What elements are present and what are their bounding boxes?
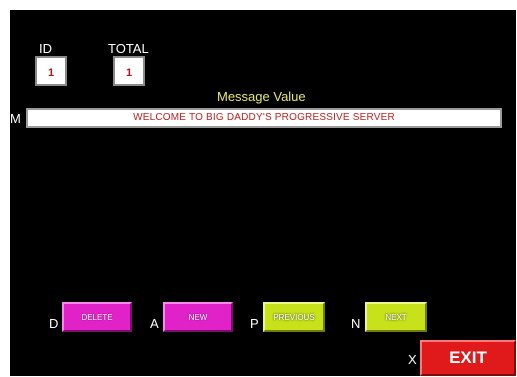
screen: ID 1 TOTAL 1 Message Value M WELCOME TO … bbox=[10, 10, 516, 376]
new-key: A bbox=[150, 316, 159, 331]
exit-button[interactable]: EXIT bbox=[420, 340, 516, 376]
total-label: TOTAL bbox=[108, 41, 149, 56]
next-button[interactable]: NEXT bbox=[365, 302, 427, 332]
message-input[interactable]: WELCOME TO BIG DADDY'S PROGRESSIVE SERVE… bbox=[26, 108, 502, 128]
new-button[interactable]: NEW bbox=[163, 302, 233, 332]
next-key: N bbox=[351, 316, 361, 331]
exit-key: X bbox=[408, 352, 417, 367]
id-field: 1 bbox=[35, 56, 67, 86]
delete-button-label: DELETE bbox=[81, 313, 113, 322]
previous-button-label: PREVIOUS bbox=[273, 313, 315, 322]
total-field: 1 bbox=[113, 56, 145, 86]
previous-button[interactable]: PREVIOUS bbox=[263, 302, 325, 332]
message-title: Message Value bbox=[217, 89, 306, 104]
delete-key: D bbox=[49, 316, 59, 331]
new-button-label: NEW bbox=[188, 313, 208, 322]
id-label: ID bbox=[39, 41, 52, 56]
delete-button[interactable]: DELETE bbox=[62, 302, 132, 332]
id-value: 1 bbox=[47, 67, 55, 79]
total-value: 1 bbox=[125, 67, 133, 79]
previous-key: P bbox=[250, 316, 259, 331]
message-key: M bbox=[10, 111, 21, 126]
next-button-label: NEXT bbox=[385, 313, 407, 322]
